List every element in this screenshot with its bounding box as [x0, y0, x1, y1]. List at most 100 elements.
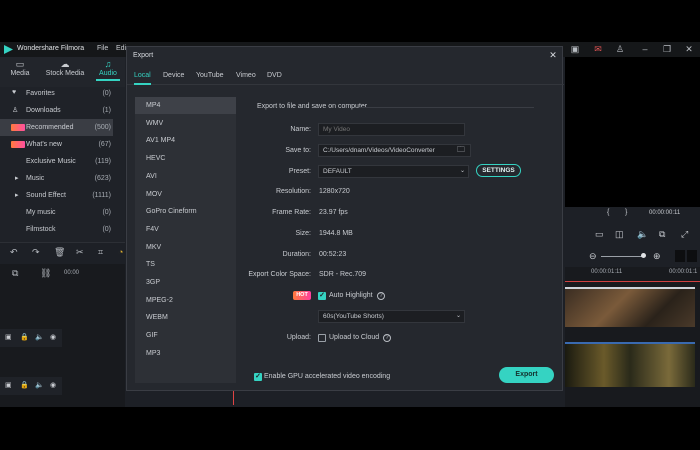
hot-badge-icon	[11, 141, 25, 148]
format-item-mkv[interactable]: MKV	[135, 239, 236, 256]
help-icon[interactable]: ?	[383, 334, 391, 342]
preset-select[interactable]: DEFAULT ⌄	[318, 165, 469, 178]
mute-icon[interactable]: 🔈	[35, 333, 44, 341]
zoom-in-icon[interactable]: ⊕	[653, 251, 661, 262]
add-track-icon[interactable]: ⧉	[12, 268, 18, 279]
format-item-av1-mp4[interactable]: AV1 MP4	[135, 132, 236, 149]
folder-icon: ▭	[15, 59, 25, 69]
library-item-recommended[interactable]: Recommended (500)	[0, 119, 113, 136]
gift-icon[interactable]: ✉	[593, 44, 603, 54]
delete-icon[interactable]: 🗑	[54, 247, 65, 258]
render-icon[interactable]: ▭	[595, 229, 604, 240]
library-item-favorites[interactable]: ♥ Favorites (0)	[0, 85, 113, 102]
name-input[interactable]	[318, 123, 465, 136]
format-item-gif[interactable]: GIF	[135, 327, 236, 344]
video-track-head: ▣ 🔒 🔈 ◉	[0, 377, 62, 395]
library-item-music[interactable]: ▸ Music (623)	[0, 170, 113, 187]
lock-icon[interactable]: 🔒	[20, 381, 29, 389]
caret-right-icon[interactable]: ▸	[15, 191, 19, 199]
track-video-icon: ▣	[5, 382, 12, 389]
library-item-whats-new[interactable]: What's new (67)	[0, 136, 113, 153]
expand-icon[interactable]: ⤢	[681, 229, 688, 240]
snapshot-icon[interactable]: ◫	[615, 229, 624, 240]
close-icon[interactable]: ✕	[548, 50, 558, 60]
account-icon[interactable]: ♙	[615, 44, 625, 54]
save-icon[interactable]: ▣	[570, 44, 580, 54]
tab-audio[interactable]: ♫ Audio	[90, 59, 126, 81]
library-item-sound-effect[interactable]: ▸ Sound Effect (1111)	[0, 187, 113, 204]
auto-highlight-checkbox[interactable]: ✓	[318, 292, 326, 300]
layout-toggle[interactable]	[687, 250, 697, 262]
menu-file[interactable]: File	[97, 45, 108, 52]
export-button[interactable]: Export	[499, 367, 554, 383]
speed-icon[interactable]: ◔	[118, 247, 123, 257]
redo-icon[interactable]: ↷	[32, 247, 40, 258]
gpu-checkbox[interactable]: ✓	[254, 373, 262, 381]
tab-stock-media[interactable]: ☁ Stock Media	[44, 59, 86, 77]
library-item-label: My music	[26, 209, 56, 216]
cut-icon[interactable]: ✂	[76, 247, 84, 258]
preview-player[interactable]	[565, 57, 700, 207]
video-clip[interactable]	[565, 287, 695, 327]
tab-device[interactable]: Device	[163, 72, 184, 79]
video-clip[interactable]	[565, 342, 695, 387]
fullscreen-icon[interactable]: ⧉	[659, 229, 665, 240]
zoom-slider-thumb[interactable]	[641, 253, 646, 258]
preview-controls: { } 00:00:00:11 ▭ ◫ 🔈 ⧉ ⤢ ⊖ ⊕	[565, 207, 700, 267]
app-title: Wondershare Filmora	[17, 45, 85, 52]
tab-local[interactable]: Local	[134, 72, 151, 85]
crop-icon[interactable]: ⌗	[98, 247, 103, 258]
highlight-duration-select[interactable]: 60s(YouTube Shorts) ⌄	[318, 310, 465, 323]
layout-toggle[interactable]	[675, 250, 685, 262]
mark-in-icon[interactable]: {	[607, 209, 609, 216]
settings-button[interactable]: SETTINGS	[476, 164, 521, 177]
tab-vimeo[interactable]: Vimeo	[236, 72, 256, 79]
format-item-mpeg-2[interactable]: MPEG-2	[135, 292, 236, 309]
chevron-down-icon: ⌄	[455, 313, 461, 319]
save-path-field[interactable]: C:/Users/dnam/Videos/VideoConverter	[318, 144, 471, 157]
help-icon[interactable]: ?	[377, 292, 385, 300]
volume-icon[interactable]: 🔈	[637, 229, 648, 240]
tab-youtube[interactable]: YouTube	[196, 72, 224, 79]
library-item-filmstock[interactable]: Filmstock (0)	[0, 221, 113, 238]
folder-icon[interactable]: 🗀	[457, 145, 467, 154]
format-item-f4v[interactable]: F4V	[135, 221, 236, 238]
format-item-avi[interactable]: AVI	[135, 168, 236, 185]
minimize-icon[interactable]: –	[640, 44, 650, 54]
eye-icon[interactable]: ◉	[50, 333, 56, 341]
library-item-label: Music	[26, 175, 45, 182]
timeline-area: ⧉ ⛓ 00:00 ▣ 🔒 🔈 ◉ ▣ 🔒 🔈 ◉	[0, 264, 125, 407]
format-item-mov[interactable]: MOV	[135, 186, 236, 203]
audio-library: ♥ Favorites (0) ♙ Downloads (1) Recommen…	[0, 87, 125, 242]
filmora-logo-icon	[4, 45, 13, 54]
library-item-exclusive-music[interactable]: Exclusive Music (119)	[0, 153, 113, 170]
duration-label: Duration:	[282, 251, 311, 258]
format-item-webm[interactable]: WEBM	[135, 309, 236, 326]
format-item-gopro-cineform[interactable]: GoPro Cineform	[135, 203, 236, 220]
mark-out-icon[interactable]: }	[625, 209, 627, 216]
undo-icon[interactable]: ↶	[10, 247, 18, 258]
lock-icon[interactable]: 🔒	[20, 333, 29, 341]
caret-right-icon[interactable]: ▸	[15, 174, 19, 182]
upload-cloud-checkbox[interactable]	[318, 334, 326, 342]
format-item-mp3[interactable]: MP3	[135, 345, 236, 362]
library-item-my-music[interactable]: My music (0)	[0, 204, 113, 221]
maximize-icon[interactable]: ❐	[662, 44, 672, 54]
eye-icon[interactable]: ◉	[50, 381, 56, 389]
zoom-out-icon[interactable]: ⊖	[589, 251, 597, 262]
zoom-slider[interactable]	[601, 256, 645, 257]
format-item-hevc[interactable]: HEVC	[135, 150, 236, 167]
format-item-mp4[interactable]: MP4	[135, 97, 236, 114]
mute-icon[interactable]: 🔈	[35, 381, 44, 389]
window-close-icon[interactable]: ✕	[684, 44, 694, 54]
save-to-label: Save to:	[285, 147, 311, 154]
tab-media-label: Media	[10, 70, 30, 77]
tab-dvd[interactable]: DVD	[267, 72, 282, 79]
format-item-wmv[interactable]: WMV	[135, 115, 236, 132]
format-item-3gp[interactable]: 3GP	[135, 274, 236, 291]
link-icon[interactable]: ⛓	[40, 268, 51, 279]
format-item-ts[interactable]: TS	[135, 256, 236, 273]
tab-media[interactable]: ▭ Media	[2, 59, 38, 77]
menu-edit[interactable]: Edi	[116, 45, 126, 52]
library-item-downloads[interactable]: ♙ Downloads (1)	[0, 102, 113, 119]
